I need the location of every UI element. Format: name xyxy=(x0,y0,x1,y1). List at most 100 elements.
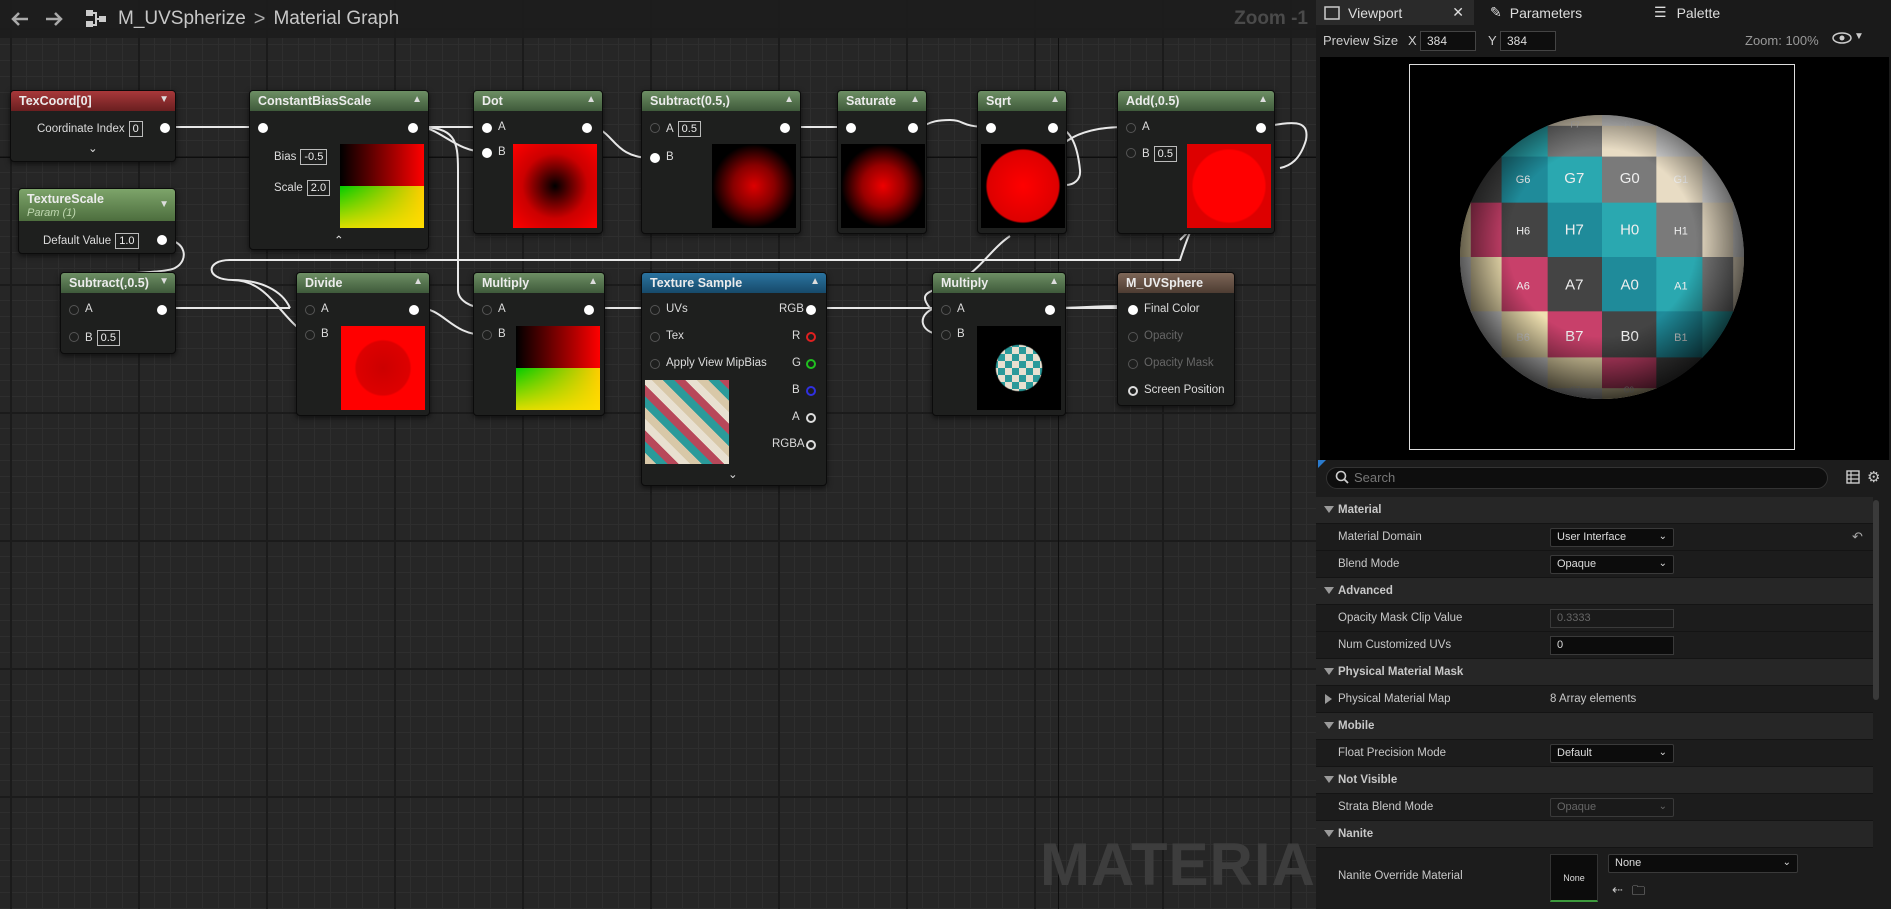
expand-triangle-icon[interactable] xyxy=(1324,506,1334,513)
chevron-up-icon[interactable]: ▲ xyxy=(1050,94,1060,105)
back-arrow-icon[interactable] xyxy=(6,5,34,33)
node-result-header[interactable]: M_UVSphere xyxy=(1118,273,1234,293)
add-b-pin[interactable] xyxy=(1126,148,1136,158)
eye-icon[interactable] xyxy=(1832,31,1852,48)
node-multiply-1-header[interactable]: Multiply ▲ xyxy=(474,273,604,293)
node-subtract-b-header[interactable]: Subtract(,0.5) ▼ xyxy=(61,273,175,293)
texture-mip-pin[interactable] xyxy=(650,359,660,369)
add-a-pin[interactable] xyxy=(1126,123,1136,133)
chevron-up-icon[interactable]: ▲ xyxy=(412,94,422,105)
saturate-input-pin[interactable] xyxy=(846,123,856,133)
chevron-up-icon[interactable]: ⌃ xyxy=(334,233,344,247)
details-category[interactable]: Not Visible xyxy=(1316,767,1873,794)
divide-b-pin[interactable] xyxy=(305,330,315,340)
material-thumbnail[interactable]: None xyxy=(1550,854,1598,902)
tab-palette[interactable]: ☰ Palette xyxy=(1646,0,1720,25)
property-dropdown[interactable]: User Interface ⌄ xyxy=(1550,528,1674,547)
multiply-1-output-pin[interactable] xyxy=(584,305,594,315)
subtract-b-a-pin[interactable] xyxy=(69,305,79,315)
subtract-b-b-value[interactable]: 0.5 xyxy=(96,330,120,346)
node-multiply-2-header[interactable]: Multiply ▲ xyxy=(933,273,1065,293)
subtract-a-a-pin[interactable] xyxy=(650,123,660,133)
collapsed-triangle-icon[interactable] xyxy=(1325,694,1332,704)
cbs-input-pin[interactable] xyxy=(258,123,268,133)
node-material-result[interactable]: M_UVSphere Final Color Opacity Opacity M… xyxy=(1117,272,1235,406)
divide-a-pin[interactable] xyxy=(305,305,315,315)
multiply-2-a-pin[interactable] xyxy=(941,305,951,315)
details-category[interactable]: Material xyxy=(1316,497,1873,524)
node-dot-header[interactable]: Dot ▲ xyxy=(474,91,602,111)
property-input[interactable]: 0 xyxy=(1550,636,1674,655)
breadcrumb-asset[interactable]: M_UVSpherize xyxy=(118,8,246,30)
sqrt-output-pin[interactable] xyxy=(1048,123,1058,133)
texturescale-output-pin[interactable] xyxy=(157,235,167,245)
breadcrumb-graph[interactable]: Material Graph xyxy=(273,8,399,30)
chevron-up-icon[interactable]: ▲ xyxy=(1258,94,1268,105)
node-texture-sample-header[interactable]: Texture Sample ▲ xyxy=(642,273,826,293)
add-output-pin[interactable] xyxy=(1256,123,1266,133)
details-search-input[interactable]: Search xyxy=(1326,467,1828,489)
subtract-b-output-pin[interactable] xyxy=(157,305,167,315)
subtract-b-b-pin[interactable] xyxy=(69,332,79,342)
node-saturate-header[interactable]: Saturate ▲ xyxy=(838,91,926,111)
chevron-down-icon[interactable]: ▼ xyxy=(1854,31,1864,42)
cbs-output-pin[interactable] xyxy=(408,123,418,133)
expand-triangle-icon[interactable] xyxy=(1324,668,1334,675)
subtract-a-a-value[interactable]: 0.5 xyxy=(677,121,701,137)
tab-viewport[interactable]: Viewport ✕ xyxy=(1316,0,1474,25)
node-add-header[interactable]: Add(,0.5) ▲ xyxy=(1118,91,1274,111)
tab-parameters[interactable]: ✎ Parameters xyxy=(1482,0,1582,25)
opacity-mask-pin[interactable] xyxy=(1128,359,1138,369)
chevron-down-icon[interactable]: ⌄ xyxy=(728,467,738,481)
texture-rgb-pin[interactable] xyxy=(806,305,816,315)
texture-tex-pin[interactable] xyxy=(650,332,660,342)
texture-uvs-pin[interactable] xyxy=(650,305,660,315)
chevron-down-icon[interactable]: ⌄ xyxy=(88,141,98,155)
multiply-1-b-pin[interactable] xyxy=(482,330,492,340)
material-graph-canvas[interactable]: MATERIAL TexCoord[0] ▼ xyxy=(0,0,1316,909)
chevron-down-icon[interactable]: ▼ xyxy=(159,199,169,210)
details-category[interactable]: Mobile xyxy=(1316,713,1873,740)
use-selected-arrow-icon[interactable]: ⇠ xyxy=(1612,882,1623,898)
subtract-a-output-pin[interactable] xyxy=(780,123,790,133)
final-color-pin[interactable] xyxy=(1128,305,1138,315)
chevron-up-icon[interactable]: ▲ xyxy=(413,276,423,287)
chevron-up-icon[interactable]: ▲ xyxy=(588,276,598,287)
forward-arrow-icon[interactable] xyxy=(40,5,68,33)
node-texturescale-header[interactable]: TextureScale Param (1) ▼ xyxy=(19,189,175,221)
scale-value[interactable]: 2.0 xyxy=(306,180,331,196)
node-texcoord-header[interactable]: TexCoord[0] ▼ xyxy=(11,91,175,111)
node-subtract-b[interactable]: Subtract(,0.5) ▼ A B 0.5 xyxy=(60,272,176,354)
sqrt-input-pin[interactable] xyxy=(986,123,996,133)
node-divide-header[interactable]: Divide ▲ xyxy=(297,273,429,293)
details-category[interactable]: Nanite xyxy=(1316,821,1873,848)
dot-a-pin[interactable] xyxy=(482,123,492,133)
chevron-down-icon[interactable]: ▼ xyxy=(159,276,169,287)
chevron-up-icon[interactable]: ▲ xyxy=(810,276,820,287)
multiply-2-output-pin[interactable] xyxy=(1045,305,1055,315)
texture-rgba-pin[interactable] xyxy=(806,440,816,450)
close-icon[interactable]: ✕ xyxy=(1452,4,1464,21)
node-sqrt[interactable]: Sqrt ▲ xyxy=(977,90,1067,234)
texture-g-pin[interactable] xyxy=(806,359,816,369)
preview-size-y-input[interactable]: 384 xyxy=(1500,31,1556,51)
node-multiply-2[interactable]: Multiply ▲ A B xyxy=(932,272,1066,416)
property-dropdown[interactable]: Opaque ⌄ xyxy=(1550,555,1674,574)
preview-size-x-input[interactable]: 384 xyxy=(1420,31,1476,51)
texture-a-pin[interactable] xyxy=(806,413,816,423)
subtract-a-b-pin[interactable] xyxy=(650,153,660,163)
expand-triangle-icon[interactable] xyxy=(1324,830,1334,837)
node-dot[interactable]: Dot ▲ A B xyxy=(473,90,603,234)
multiply-1-a-pin[interactable] xyxy=(482,305,492,315)
node-add[interactable]: Add(,0.5) ▲ A B 0.5 xyxy=(1117,90,1275,234)
coordinate-index-value[interactable]: 0 xyxy=(128,121,143,137)
expand-triangle-icon[interactable] xyxy=(1324,776,1334,783)
multiply-2-b-pin[interactable] xyxy=(941,330,951,340)
chevron-up-icon[interactable]: ▲ xyxy=(1049,276,1059,287)
nanite-override-dropdown[interactable]: None ⌄ xyxy=(1608,854,1798,873)
node-subtract-a[interactable]: Subtract(0.5,) ▲ A 0.5 B xyxy=(641,90,801,234)
details-category[interactable]: Physical Material Mask xyxy=(1316,659,1873,686)
screen-position-pin[interactable] xyxy=(1128,386,1138,396)
property-dropdown[interactable]: Default ⌄ xyxy=(1550,744,1674,763)
details-category[interactable]: Advanced xyxy=(1316,578,1873,605)
